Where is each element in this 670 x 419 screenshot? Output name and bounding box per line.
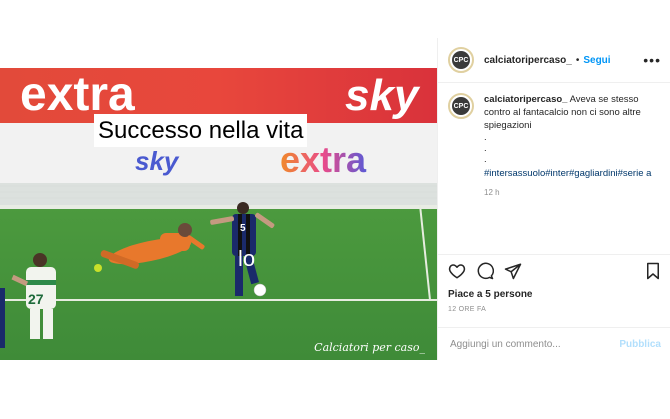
- avatar[interactable]: CPC: [448, 47, 474, 73]
- avatar-logo-icon: CPC: [452, 51, 470, 69]
- heart-icon[interactable]: [448, 262, 466, 285]
- post-media[interactable]: extra sky sky extra 5 27 Successo nella …: [0, 38, 437, 360]
- meme-caption: Successo nella vita: [94, 114, 308, 147]
- publish-button[interactable]: Pubblica: [619, 339, 661, 350]
- add-comment-bar: Pubblica: [438, 327, 670, 360]
- action-bar: Piace a 5 persone 12 ORE FA: [438, 254, 670, 313]
- comment-avatar[interactable]: CPC: [448, 93, 474, 119]
- post-image: extra sky sky extra 5 27: [0, 68, 437, 360]
- post-frame: extra sky sky extra 5 27 Successo nella …: [0, 38, 670, 360]
- comment-dot: .: [484, 154, 487, 165]
- ellipsis-icon[interactable]: •••: [643, 52, 661, 68]
- watermark: Calciatori per caso_: [314, 341, 425, 354]
- post-side-panel: CPC calciatoripercaso_ • Segui ••• CPC c…: [437, 38, 670, 360]
- player-number: 27: [28, 291, 44, 307]
- header-username[interactable]: calciatoripercaso_: [484, 55, 572, 66]
- posted-time: 12 ORE FA: [448, 306, 487, 313]
- banner-top-right: sky: [345, 71, 421, 120]
- banner-mid-left: sky: [135, 146, 180, 176]
- comment-input[interactable]: [448, 337, 620, 351]
- comment-icon[interactable]: [476, 262, 494, 285]
- bookmark-icon[interactable]: [645, 262, 661, 285]
- player-tag-label: lo: [238, 246, 256, 271]
- avatar-logo-icon: CPC: [452, 97, 470, 115]
- separator-dot: •: [575, 54, 580, 66]
- paper-plane-icon[interactable]: [504, 262, 522, 285]
- action-icons: [448, 261, 661, 285]
- comment-dot: .: [484, 132, 487, 143]
- striker-number: 5: [240, 223, 246, 234]
- comment-body: calciatoripercaso_ Aveva se stesso contr…: [484, 93, 661, 199]
- hashtags-link[interactable]: #intersassuolo#inter#gagliardini#serie a: [484, 167, 661, 180]
- caption-comment: CPC calciatoripercaso_ Aveva se stesso c…: [438, 83, 670, 199]
- likes-count[interactable]: Piace a 5 persone: [448, 289, 661, 300]
- comment-username[interactable]: calciatoripercaso_: [484, 94, 567, 105]
- comment-dot: .: [484, 143, 487, 154]
- comment-time: 12 h: [484, 188, 500, 197]
- follow-button[interactable]: Segui: [583, 55, 610, 66]
- post-header: CPC calciatoripercaso_ • Segui •••: [438, 38, 670, 83]
